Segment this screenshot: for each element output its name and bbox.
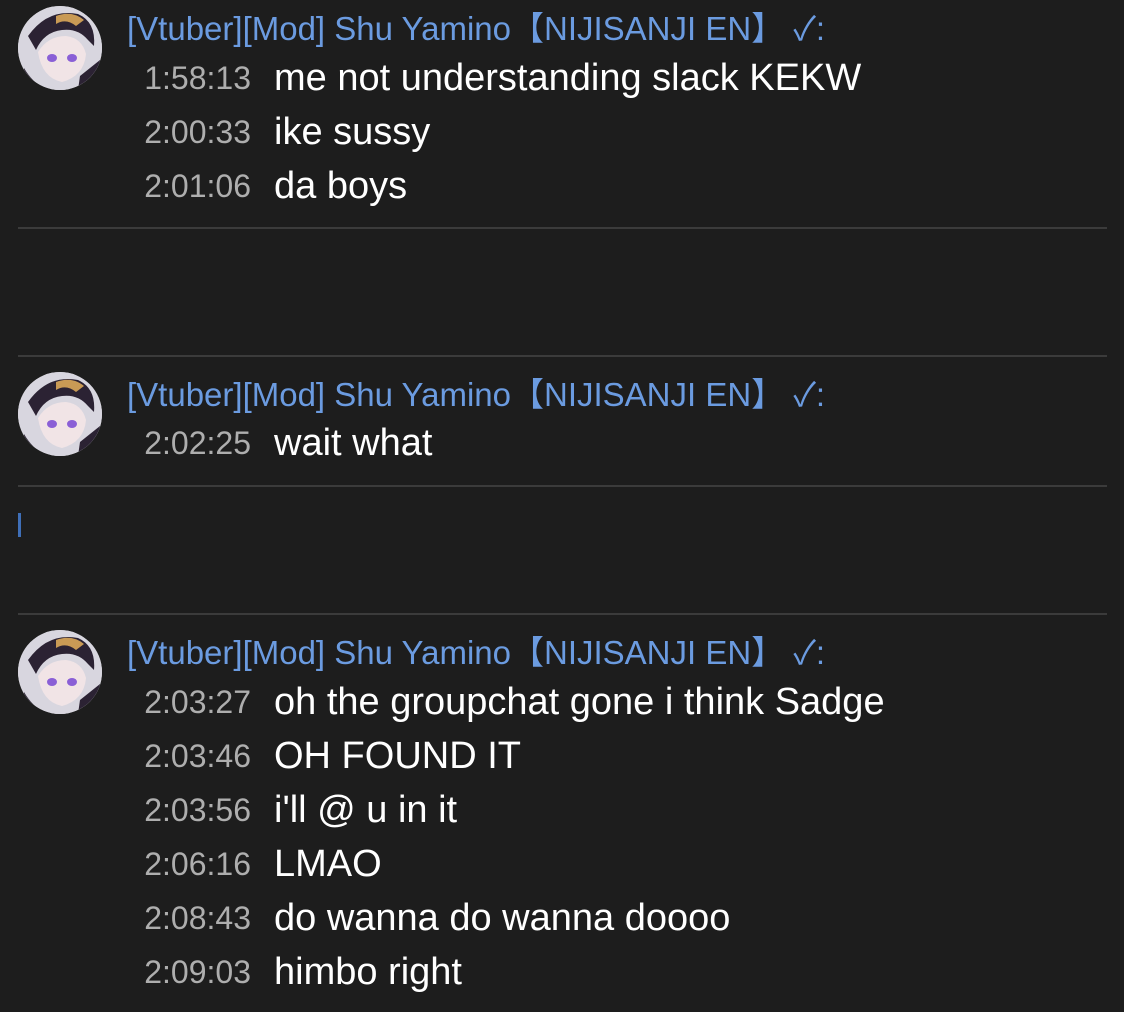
- message-timestamp: 2:03:27: [144, 684, 251, 720]
- message-group-2: [Vtuber][Mod] Shu Yamino【NIJISANJI EN】 ✓…: [0, 357, 1124, 485]
- chat-message-row: 2:02:25 wait what: [0, 421, 1124, 475]
- chat-message-row: 2:01:06 da boys: [0, 164, 1124, 218]
- redacted-region: [0, 487, 1124, 613]
- message-timestamp: 2:00:33: [144, 114, 251, 150]
- message-text: da boys: [274, 165, 408, 207]
- message-text: oh the groupchat gone i think Sadge: [274, 681, 885, 723]
- message-text: OH FOUND IT: [274, 735, 521, 777]
- selection-marker: [18, 513, 21, 537]
- chat-message-row: 2:03:27 oh the groupchat gone i think Sa…: [0, 680, 1124, 734]
- message-timestamp: 2:08:43: [144, 900, 251, 936]
- message-text: i'll @ u in it: [274, 789, 458, 831]
- redacted-region: [0, 229, 1124, 356]
- message-timestamp: 2:06:16: [144, 846, 251, 882]
- message-text: himbo right: [274, 951, 462, 993]
- message-group-1: [Vtuber][Mod] Shu Yamino【NIJISANJI EN】 ✓…: [0, 0, 1124, 228]
- message-timestamp: 2:03:46: [144, 738, 251, 774]
- chat-message-row: 2:00:33 ike sussy: [0, 110, 1124, 164]
- chat-message-row: 2:06:16 LMAO: [0, 842, 1124, 896]
- author-name[interactable]: [Vtuber][Mod] Shu Yamino【NIJISANJI EN】 ✓…: [127, 375, 825, 415]
- message-timestamp: 2:02:25: [144, 425, 251, 461]
- author-name[interactable]: [Vtuber][Mod] Shu Yamino【NIJISANJI EN】 ✓…: [127, 633, 825, 673]
- message-text: LMAO: [274, 843, 382, 885]
- message-timestamp: 1:58:13: [144, 60, 251, 96]
- message-text: ike sussy: [274, 111, 431, 153]
- author-name[interactable]: [Vtuber][Mod] Shu Yamino【NIJISANJI EN】 ✓…: [127, 9, 825, 49]
- message-timestamp: 2:09:03: [144, 954, 251, 990]
- chat-message-row: 2:08:43 do wanna do wanna doooo: [0, 896, 1124, 950]
- message-text: do wanna do wanna doooo: [274, 897, 731, 939]
- message-text: wait what: [274, 422, 433, 464]
- message-text: me not understanding slack KEKW: [274, 57, 862, 99]
- chat-message-row: 2:03:46 OH FOUND IT: [0, 734, 1124, 788]
- message-group-3: [Vtuber][Mod] Shu Yamino【NIJISANJI EN】 ✓…: [0, 615, 1124, 1012]
- message-timestamp: 2:03:56: [144, 792, 251, 828]
- chat-message-row: 2:09:03 himbo right: [0, 950, 1124, 1004]
- message-timestamp: 2:01:06: [144, 168, 251, 204]
- chat-message-row: 2:03:56 i'll @ u in it: [0, 788, 1124, 842]
- chat-message-row: 1:58:13 me not understanding slack KEKW: [0, 56, 1124, 110]
